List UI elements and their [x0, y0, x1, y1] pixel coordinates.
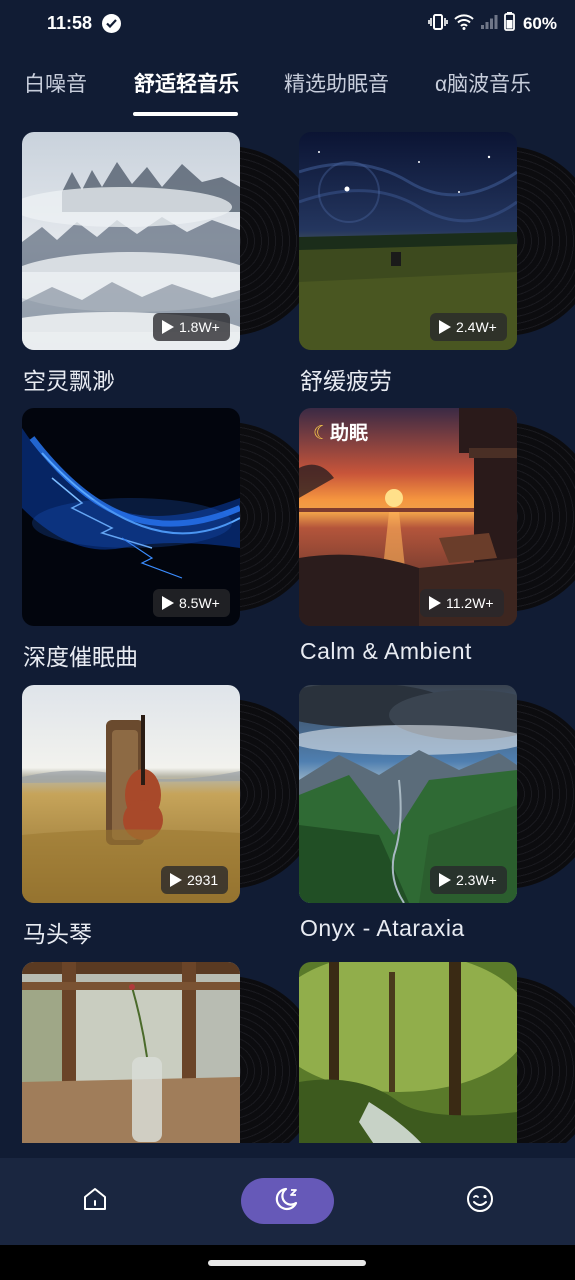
tab-white-noise[interactable]: 白噪音	[24, 68, 87, 98]
music-card[interactable]: 1.8W+ 空灵飘渺	[22, 132, 322, 397]
play-count-badge: 2.3W+	[430, 866, 507, 894]
card-title: Onyx - Ataraxia	[300, 915, 465, 941]
music-grid[interactable]: 1.8W+ 空灵飘渺 2.4W+ 舒缓疲劳 8.5W+ 深度催眠曲 ☾助眠 11…	[0, 132, 575, 1143]
play-count-badge: 11.2W+	[420, 589, 504, 617]
play-count: 2.4W+	[456, 319, 497, 335]
play-count: 11.2W+	[446, 595, 494, 611]
moon-icon	[273, 1184, 303, 1219]
sleep-tag-label: 助眠	[330, 423, 369, 444]
play-count: 2.3W+	[456, 872, 497, 888]
moon-icon: ☾	[313, 423, 331, 444]
music-card[interactable]: 2931 马头琴	[22, 685, 322, 950]
play-count-badge: 8.5W+	[153, 589, 230, 617]
play-icon	[162, 320, 174, 334]
music-card[interactable]	[22, 962, 322, 1143]
music-card[interactable]: ☾助眠 11.2W+ Calm & Ambient	[299, 408, 575, 673]
play-icon	[439, 320, 451, 334]
card-title: 深度催眠曲	[23, 644, 138, 670]
status-time: 11:58	[47, 13, 93, 33]
signal-icon	[480, 14, 498, 35]
sleep-tag: ☾助眠	[313, 418, 368, 445]
play-count: 1.8W+	[179, 319, 220, 335]
status-icons: 60%	[428, 12, 557, 36]
play-icon	[162, 596, 174, 610]
wifi-icon	[454, 13, 474, 35]
nav-home[interactable]	[55, 1158, 135, 1245]
play-count-badge: 2.4W+	[430, 313, 507, 341]
home-gesture-bar[interactable]	[208, 1260, 366, 1266]
play-count-badge: 2931	[161, 866, 229, 894]
music-card[interactable]: 2.4W+ 舒缓疲劳	[299, 132, 575, 397]
tab-light-music[interactable]: 舒适轻音乐	[134, 68, 239, 98]
bottom-nav	[0, 1158, 575, 1245]
card-title: 舒缓疲劳	[300, 368, 392, 394]
card-title: 空灵飘渺	[23, 368, 115, 394]
card-title: Calm & Ambient	[300, 638, 472, 664]
music-card[interactable]: 2.3W+ Onyx - Ataraxia	[299, 685, 575, 950]
play-icon	[170, 873, 182, 887]
home-icon	[81, 1185, 109, 1218]
check-circle-icon	[102, 14, 121, 33]
play-icon	[429, 596, 441, 610]
system-gesture-area	[0, 1245, 575, 1280]
cover-image	[22, 962, 240, 1143]
battery-icon	[504, 12, 515, 36]
smile-icon	[465, 1184, 495, 1219]
card-title: 马头琴	[23, 921, 92, 947]
battery-level: 60%	[522, 14, 557, 33]
play-icon	[439, 873, 451, 887]
nav-sleep[interactable]	[241, 1178, 334, 1224]
active-tab-indicator	[133, 112, 238, 116]
vibrate-icon	[428, 13, 448, 36]
cover-image	[299, 962, 517, 1143]
music-card[interactable]	[299, 962, 575, 1143]
play-count: 2931	[187, 872, 219, 888]
music-card[interactable]: 8.5W+ 深度催眠曲	[22, 408, 322, 673]
nav-mood[interactable]	[440, 1158, 520, 1245]
tab-sleep-sounds[interactable]: 精选助眠音	[284, 68, 389, 98]
play-count-badge: 1.8W+	[153, 313, 230, 341]
status-bar: 11:58 60%	[0, 0, 575, 48]
tab-brainwave-music[interactable]: α脑波音乐	[435, 68, 531, 98]
play-count: 8.5W+	[179, 595, 220, 611]
category-tabs: 白噪音 舒适轻音乐 精选助眠音 α脑波音乐	[0, 60, 575, 120]
